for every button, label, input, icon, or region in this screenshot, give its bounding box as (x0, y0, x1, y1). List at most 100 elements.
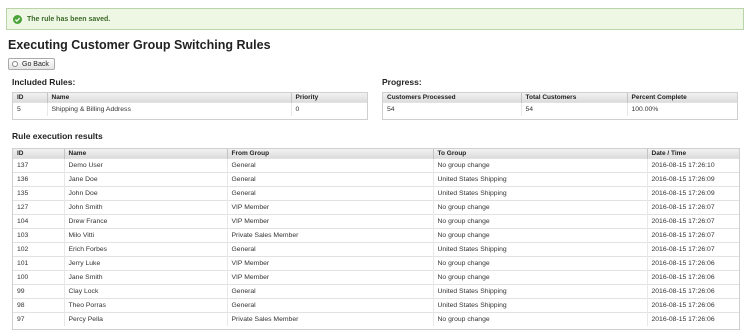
rule-id-cell: 5 (13, 102, 48, 116)
to-group-cell: No group change (433, 312, 648, 326)
included-rules-title: Included Rules: (12, 77, 76, 87)
from-group-cell: General (227, 172, 434, 187)
datetime-cell: 2016-08-15 17:26:06 (647, 256, 739, 271)
column-header[interactable]: To Group (433, 149, 648, 159)
table-row: 136 Jane Doe General United States Shipping… (13, 172, 739, 187)
go-back-button[interactable]: Go Back (8, 58, 55, 70)
customer-id-cell: 98 (13, 298, 65, 313)
go-back-label: Go Back (22, 60, 49, 68)
customer-name-cell: Clay Lock (64, 284, 228, 299)
from-group-cell: Private Sales Member (227, 312, 434, 326)
to-group-cell: No group change (433, 228, 648, 243)
datetime-cell: 2016-08-15 17:26:07 (647, 200, 739, 215)
column-header[interactable]: Name (64, 149, 228, 159)
from-group-cell: General (227, 242, 434, 257)
customer-name-cell: Theo Porras (64, 298, 228, 313)
column-header: Customers Processed (383, 93, 522, 103)
column-header[interactable]: ID (13, 93, 48, 103)
table-row: 104 Drew France VIP Member No group change 2… (13, 214, 739, 229)
customer-id-cell: 99 (13, 284, 65, 299)
datetime-cell: 2016-08-15 17:26:06 (647, 298, 739, 313)
percent-complete-cell: 100.00% (627, 102, 737, 116)
from-group-cell: VIP Member (227, 270, 434, 285)
table-row: 137 Demo User General No group change 2016-0… (13, 158, 739, 173)
table-row: 101 Jerry Luke VIP Member No group change 20… (13, 256, 739, 271)
customer-id-cell: 137 (13, 158, 65, 173)
customer-name-cell: Percy Pella (64, 312, 228, 326)
from-group-cell: General (227, 158, 434, 173)
from-group-cell: Private Sales Member (227, 228, 434, 243)
customer-name-cell: Demo User (64, 158, 228, 173)
table-row: 54 54 100.00% (383, 102, 737, 116)
table-row: 103 Milo Vitti Private Sales Member No grou… (13, 228, 739, 243)
datetime-cell: 2016-08-15 17:26:10 (647, 158, 739, 173)
datetime-cell: 2016-08-15 17:26:07 (647, 228, 739, 243)
datetime-cell: 2016-08-15 17:26:09 (647, 172, 739, 187)
column-header[interactable]: From Group (227, 149, 434, 159)
progress-table: Customers Processed Total Customers Perc… (383, 93, 737, 116)
from-group-cell: VIP Member (227, 214, 434, 229)
progress-panel: Customers Processed Total Customers Perc… (382, 92, 738, 120)
check-icon (13, 14, 22, 24)
total-customers-cell: 54 (521, 102, 628, 116)
column-header[interactable]: Priority (291, 93, 367, 103)
datetime-cell: 2016-08-15 17:26:06 (647, 284, 739, 299)
results-table: ID Name From Group To Group Date / Time … (13, 149, 739, 326)
datetime-cell: 2016-08-15 17:26:09 (647, 186, 739, 201)
customer-name-cell: Erich Forbes (64, 242, 228, 257)
datetime-cell: 2016-08-15 17:26:06 (647, 270, 739, 285)
back-icon (12, 61, 18, 67)
customers-processed-cell: 54 (383, 102, 522, 116)
datetime-cell: 2016-08-15 17:26:07 (647, 242, 739, 257)
table-row: 127 John Smith VIP Member No group change 20… (13, 200, 739, 215)
to-group-cell: United States Shipping (433, 186, 648, 201)
customer-name-cell: Jane Doe (64, 172, 228, 187)
customer-name-cell: John Doe (64, 186, 228, 201)
column-header[interactable]: Name (47, 93, 292, 103)
column-header[interactable]: ID (13, 149, 65, 159)
table-row: 97 Percy Pella Private Sales Member No grou… (13, 312, 739, 326)
progress-title: Progress: (382, 77, 422, 87)
customer-id-cell: 97 (13, 312, 65, 326)
customer-id-cell: 135 (13, 186, 65, 201)
datetime-cell: 2016-08-15 17:26:06 (647, 312, 739, 326)
customer-id-cell: 127 (13, 200, 65, 215)
rule-name-cell: Shipping & Billing Address (47, 102, 292, 116)
customer-id-cell: 104 (13, 214, 65, 229)
table-header-row: Customers Processed Total Customers Perc… (383, 93, 737, 103)
customer-id-cell: 102 (13, 242, 65, 257)
customer-name-cell: Jerry Luke (64, 256, 228, 271)
table-row: 135 John Doe General United States Shipping… (13, 186, 739, 201)
to-group-cell: United States Shipping (433, 284, 648, 299)
from-group-cell: General (227, 298, 434, 313)
to-group-cell: No group change (433, 200, 648, 215)
results-panel: ID Name From Group To Group Date / Time … (12, 148, 740, 330)
to-group-cell: United States Shipping (433, 298, 648, 313)
to-group-cell: No group change (433, 270, 648, 285)
customer-id-cell: 101 (13, 256, 65, 271)
table-header-row: ID Name Priority (13, 93, 367, 103)
table-row: 100 Jane Smith VIP Member No group change 20… (13, 270, 739, 285)
success-message: The rule has been saved. (6, 8, 744, 30)
customer-id-cell: 103 (13, 228, 65, 243)
table-row: 98 Theo Porras General United States Shippi… (13, 298, 739, 313)
table-row: 5 Shipping & Billing Address 0 (13, 102, 367, 116)
from-group-cell: General (227, 186, 434, 201)
customer-name-cell: Milo Vitti (64, 228, 228, 243)
page-title: Executing Customer Group Switching Rules (8, 38, 271, 52)
from-group-cell: General (227, 284, 434, 299)
datetime-cell: 2016-08-15 17:26:07 (647, 214, 739, 229)
to-group-cell: No group change (433, 158, 648, 173)
column-header[interactable]: Date / Time (647, 149, 739, 159)
to-group-cell: United States Shipping (433, 242, 648, 257)
included-rules-table: ID Name Priority 5 Shipping & Billing Add… (13, 93, 367, 116)
from-group-cell: VIP Member (227, 200, 434, 215)
customer-name-cell: Jane Smith (64, 270, 228, 285)
table-header-row: ID Name From Group To Group Date / Time (13, 149, 739, 159)
success-message-text: The rule has been saved. (27, 15, 111, 23)
column-header: Total Customers (521, 93, 628, 103)
rule-priority-cell: 0 (291, 102, 367, 116)
customer-name-cell: John Smith (64, 200, 228, 215)
to-group-cell: No group change (433, 214, 648, 229)
to-group-cell: No group change (433, 256, 648, 271)
